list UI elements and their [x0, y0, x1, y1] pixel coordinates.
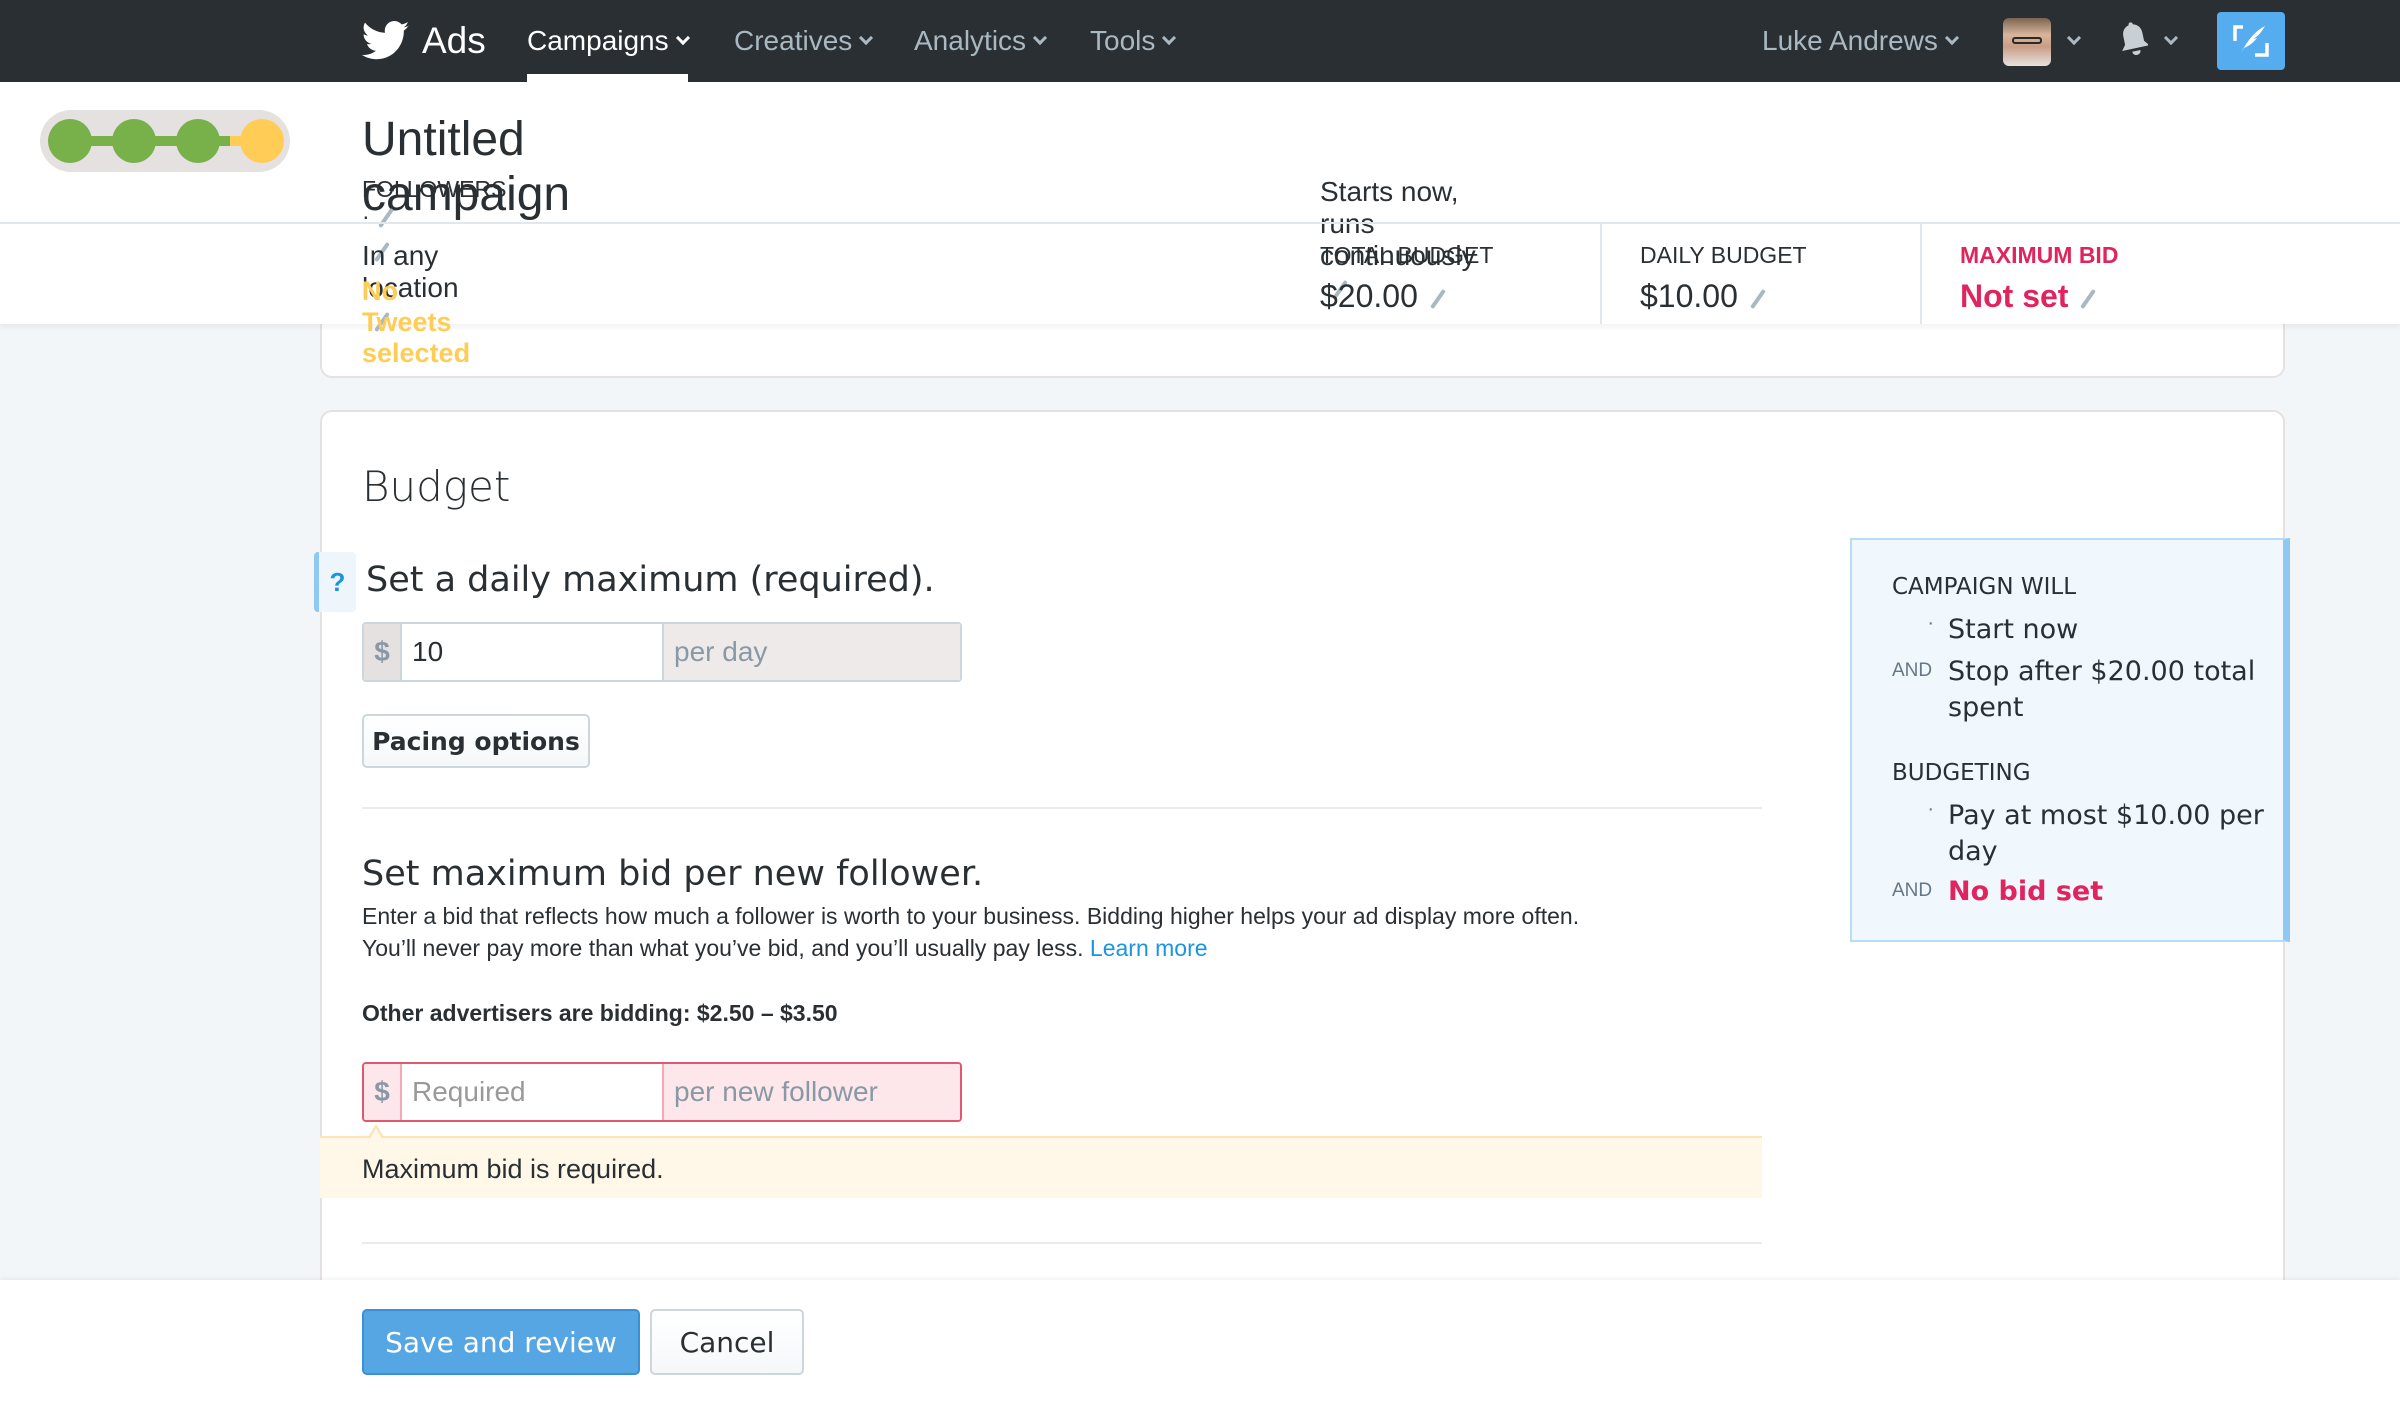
progress-steps	[40, 110, 290, 172]
max-bid-heading: Set maximum bid per new follower.	[362, 854, 984, 894]
daily-budget-suffix: per day	[664, 624, 960, 680]
maximum-bid-value: Not set	[1960, 278, 2069, 314]
top-nav: Ads Campaigns Creatives Analytics Tools …	[0, 0, 2400, 82]
pacing-options-button[interactable]: Pacing options	[362, 714, 590, 768]
daily-budget-input-group: $ per day	[362, 622, 962, 682]
progress-step-1[interactable]	[48, 119, 92, 163]
campaign-summary: CAMPAIGN WILL · Start now AND Stop after…	[1850, 538, 2290, 942]
max-bid-input-group: $ per new follower	[362, 1062, 962, 1122]
account-menu-toggle[interactable]	[2060, 0, 2082, 82]
compose-icon	[2233, 25, 2269, 57]
section-divider	[362, 807, 1762, 809]
nav-creatives-label: Creatives	[734, 25, 853, 56]
chevron-down-icon	[859, 30, 874, 46]
currency-symbol: $	[364, 1064, 402, 1120]
progress-step-3[interactable]	[176, 119, 220, 163]
and-label: AND	[1892, 660, 1933, 681]
progress-step-2[interactable]	[112, 119, 156, 163]
error-pointer-inner	[370, 1128, 382, 1139]
progress-step-4[interactable]	[240, 119, 284, 163]
total-budget-value: $20.00	[1320, 278, 1418, 314]
footer-bar: Save and review Cancel	[0, 1280, 2400, 1403]
daily-max-heading: Set a daily maximum (required).	[366, 560, 935, 600]
nav-campaigns-label: Campaigns	[527, 25, 669, 56]
summary-row-start: · Start now	[1892, 612, 2272, 648]
stat-label: TOTAL BUDGET	[1320, 242, 1494, 268]
progress-connector	[70, 136, 250, 146]
help-icon[interactable]: ?	[314, 552, 356, 612]
stat-label: DAILY BUDGET	[1640, 242, 1807, 268]
stat-value: $10.00	[1640, 278, 1766, 315]
bullet: ·	[1927, 798, 1934, 820]
summary-start: Start now	[1948, 614, 2079, 645]
nav-tools-label: Tools	[1090, 25, 1156, 56]
stat-value: $20.00	[1320, 278, 1446, 315]
nav-tools[interactable]: Tools	[1090, 0, 1177, 82]
avatar[interactable]	[2003, 18, 2051, 66]
nav-analytics-label: Analytics	[914, 25, 1027, 56]
nav-campaigns[interactable]: Campaigns	[527, 0, 690, 82]
chevron-down-icon	[1944, 30, 1959, 46]
and-label: AND	[1892, 880, 1933, 901]
currency-symbol: $	[364, 624, 402, 680]
twitter-bird-icon	[362, 21, 410, 60]
summary-row-stop: AND Stop after $20.00 total spent	[1892, 654, 2272, 726]
learn-more-link[interactable]: Learn more	[1090, 935, 1208, 961]
summary-row-bid: AND No bid set	[1892, 874, 2272, 910]
campaign-will-heading: CAMPAIGN WILL	[1892, 574, 2077, 600]
stat-divider	[1600, 224, 1602, 324]
summary-no-bid: No bid set	[1948, 876, 2104, 907]
section-divider	[362, 1242, 1762, 1244]
stat-value: Not set	[1960, 278, 2097, 315]
nav-analytics[interactable]: Analytics	[914, 0, 1048, 82]
bullet: ·	[1927, 612, 1934, 634]
bid-description-text: Enter a bid that reflects how much a fol…	[362, 903, 1580, 961]
chevron-down-icon	[1032, 30, 1048, 46]
user-menu[interactable]: Luke Andrews	[1762, 0, 1959, 82]
stat-label: MAXIMUM BID	[1960, 242, 2119, 268]
bid-description: Enter a bid that reflects how much a fol…	[362, 900, 1612, 964]
notifications-menu-toggle[interactable]	[2157, 0, 2179, 82]
user-name: Luke Andrews	[1762, 25, 1938, 56]
max-bid-suffix: per new follower	[664, 1064, 960, 1120]
daily-budget-input[interactable]	[402, 624, 664, 680]
header-divider	[0, 222, 2400, 224]
chevron-down-icon	[2163, 30, 2179, 46]
cancel-button[interactable]: Cancel	[650, 1309, 804, 1375]
chevron-down-icon	[1162, 30, 1177, 46]
budget-heading: Budget	[362, 462, 511, 511]
compose-button[interactable]	[2217, 12, 2285, 70]
max-bid-input[interactable]	[402, 1064, 664, 1120]
stat-divider	[1920, 224, 1922, 324]
tweets-status[interactable]: No Tweets selected	[362, 276, 470, 369]
budgeting-heading: BUDGETING	[1892, 760, 2031, 786]
summary-row-pay: · Pay at most $10.00 per day	[1892, 798, 2272, 870]
brand-name: Ads	[422, 20, 486, 61]
summary-pay: Pay at most $10.00 per day	[1948, 800, 2264, 867]
bid-error-text: Maximum bid is required.	[362, 1154, 664, 1184]
summary-stop: Stop after $20.00 total spent	[1948, 656, 2256, 723]
save-and-review-button[interactable]: Save and review	[362, 1309, 640, 1375]
daily-budget-value: $10.00	[1640, 278, 1738, 314]
chevron-down-icon	[675, 30, 690, 46]
chevron-down-icon	[2066, 30, 2082, 46]
brand-logo[interactable]: Ads	[362, 14, 486, 68]
nav-creatives[interactable]: Creatives	[734, 0, 874, 82]
bid-error-message: Maximum bid is required.	[320, 1124, 1762, 1198]
other-advertisers-bidding: Other advertisers are bidding: $2.50 – $…	[362, 1000, 838, 1026]
avatar-glasses	[2012, 37, 2042, 44]
edit-pencil-icon[interactable]	[377, 207, 394, 229]
bell-icon[interactable]	[2120, 22, 2148, 58]
